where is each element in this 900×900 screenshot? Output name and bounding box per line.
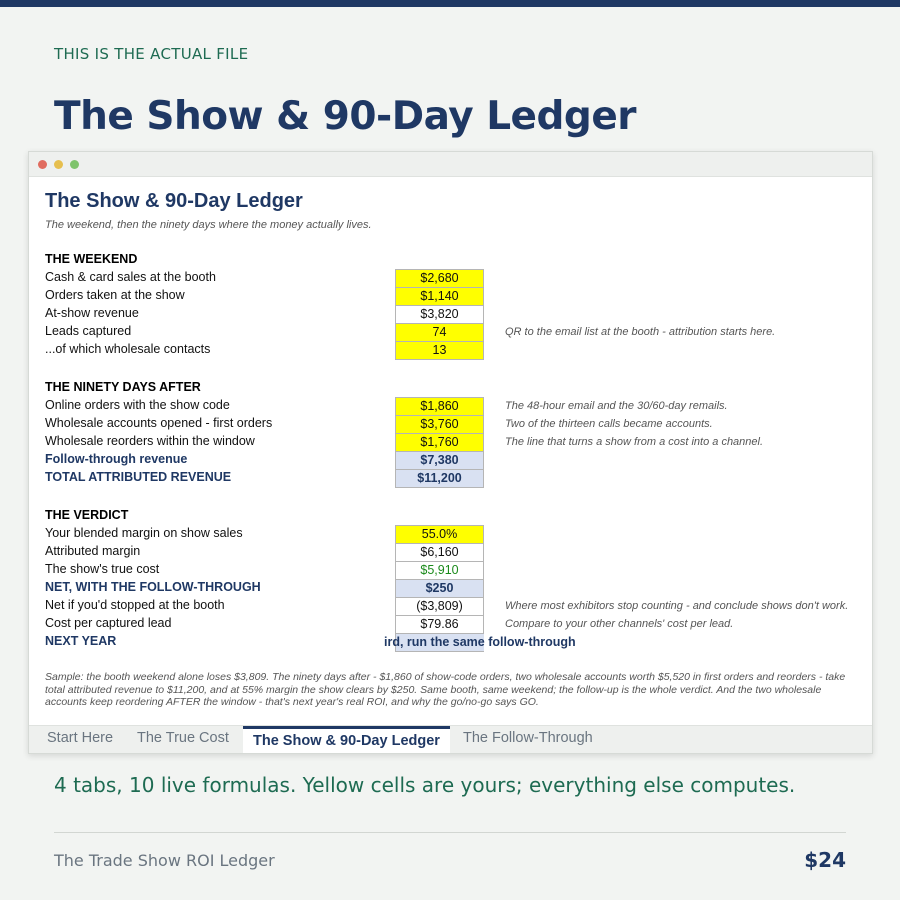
row-note: The 48-hour email and the 30/60-day rema… [505,400,728,412]
formula-cell-total-attributed[interactable]: $11,200 [395,469,484,488]
row-label: ...of which wholesale contacts [45,342,211,356]
row-label: The show's true cost [45,562,160,576]
formula-cell-attributed-margin[interactable]: $6,160 [395,543,484,562]
table-row: Your blended margin on show sales 55.0% [29,525,872,544]
row-label: Wholesale accounts opened - first orders [45,416,273,430]
table-row: At-show revenue $3,820 [29,305,872,324]
table-row: Net if you'd stopped at the booth ($3,80… [29,597,872,616]
formula-cell-follow-through[interactable]: $7,380 [395,451,484,470]
row-label: NEXT YEAR [45,634,117,648]
table-row: Orders taken at the show $1,140 [29,287,872,306]
tagline: 4 tabs, 10 live formulas. Yellow cells a… [54,773,796,797]
row-label: Cash & card sales at the booth [45,270,216,284]
section-weekend: THE WEEKEND [45,252,138,266]
sheet-body: The Show & 90-Day Ledger The weekend, th… [29,177,872,725]
row-label: At-show revenue [45,306,139,320]
row-label: NET, WITH THE FOLLOW-THROUGH [45,580,261,594]
table-row: Online orders with the show code $1,860 … [29,397,872,416]
table-row: Leads captured 74 QR to the email list a… [29,323,872,342]
spreadsheet-window: The Show & 90-Day Ledger The weekend, th… [28,151,873,754]
table-row: Attributed margin $6,160 [29,543,872,562]
formula-cell-cost-per-lead[interactable]: $79.86 [395,615,484,634]
table-row: Cost per captured lead $79.86 Compare to… [29,615,872,634]
row-label: Follow-through revenue [45,452,188,466]
next-year-text: ird, run the same follow-through [384,635,576,649]
window-titlebar [29,152,872,177]
input-cell-orders-taken[interactable]: $1,140 [395,287,484,306]
divider [54,832,846,833]
table-row: Cash & card sales at the booth $2,680 [29,269,872,288]
input-cell-cash-sales[interactable]: $2,680 [395,269,484,288]
section-header-row: THE WEEKEND [29,251,872,269]
input-cell-wholesale-contacts[interactable]: 13 [395,341,484,360]
row-label: Wholesale reorders within the window [45,434,255,448]
top-accent-bar [0,0,900,7]
table-row: Wholesale accounts opened - first orders… [29,415,872,434]
row-note: QR to the email list at the booth - attr… [505,326,776,338]
sheet-title: The Show & 90-Day Ledger [45,190,303,212]
price-label: $24 [804,848,846,872]
input-cell-blended-margin[interactable]: 55.0% [395,525,484,544]
row-label: Attributed margin [45,544,141,558]
page-headline: The Show & 90-Day Ledger [54,94,637,139]
input-cell-wholesale-opened[interactable]: $3,760 [395,415,484,434]
row-label: TOTAL ATTRIBUTED REVENUE [45,470,232,484]
input-cell-online-orders[interactable]: $1,860 [395,397,484,416]
section-verdict: THE VERDICT [45,508,129,522]
row-note: The line that turns a show from a cost i… [505,436,764,448]
input-cell-wholesale-reorders[interactable]: $1,760 [395,433,484,452]
sheet-subtitle: The weekend, then the ninety days where … [45,219,372,231]
maximize-window-dot[interactable] [70,160,79,169]
formula-cell-at-show-revenue[interactable]: $3,820 [395,305,484,324]
row-label: Leads captured [45,324,132,338]
row-label: Cost per captured lead [45,616,172,630]
table-row: TOTAL ATTRIBUTED REVENUE $11,200 [29,469,872,488]
sheet-tab-bar: Start Here The True Cost The Show & 90-D… [29,725,872,753]
table-row: NEXT YEAR ird, run the same follow-throu… [29,633,872,652]
row-note: Two of the thirteen calls became account… [505,418,713,430]
tab-follow-through[interactable]: The Follow-Through [463,730,593,746]
section-header-row: THE VERDICT [29,507,872,525]
close-window-dot[interactable] [38,160,47,169]
minimize-window-dot[interactable] [54,160,63,169]
table-row: NET, WITH THE FOLLOW-THROUGH $250 [29,579,872,598]
tab-show-ledger[interactable]: The Show & 90-Day Ledger [243,726,450,753]
formula-cell-net-follow[interactable]: $250 [395,579,484,598]
product-name: The Trade Show ROI Ledger [54,851,275,870]
row-label: Orders taken at the show [45,288,185,302]
formula-cell-next-year[interactable]: ird, run the same follow-through [384,633,576,652]
tab-start-here[interactable]: Start Here [47,730,113,746]
eyebrow-text: THIS IS THE ACTUAL FILE [54,45,249,63]
section-header-row: THE NINETY DAYS AFTER [29,379,872,397]
formula-cell-true-cost[interactable]: $5,910 [395,561,484,580]
input-cell-leads[interactable]: 74 [395,323,484,342]
tab-true-cost[interactable]: The True Cost [137,730,229,746]
table-row: Wholesale reorders within the window $1,… [29,433,872,452]
row-label: Net if you'd stopped at the booth [45,598,225,612]
table-row: Follow-through revenue $7,380 [29,451,872,470]
section-ninety-days: THE NINETY DAYS AFTER [45,380,201,394]
row-note: Compare to your other channels' cost per… [505,618,734,630]
row-note: Where most exhibitors stop counting - an… [505,600,849,612]
sample-footnote: Sample: the booth weekend alone loses $3… [45,671,846,708]
table-row: The show's true cost $5,910 [29,561,872,580]
row-label: Online orders with the show code [45,398,230,412]
row-label: Your blended margin on show sales [45,526,243,540]
formula-cell-net-stopped[interactable]: ($3,809) [395,597,484,616]
table-row: ...of which wholesale contacts 13 [29,341,872,360]
